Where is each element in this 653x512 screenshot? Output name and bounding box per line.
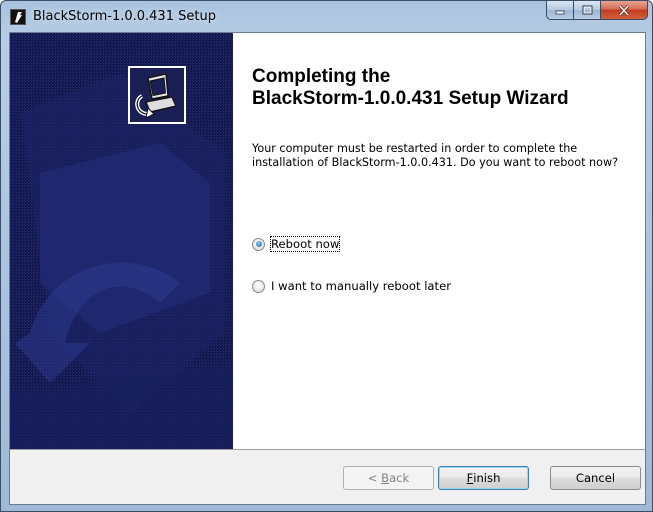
wizard-content: Completing the BlackStorm-1.0.0.431 Setu…: [233, 33, 645, 449]
reboot-now-option[interactable]: Reboot now: [252, 236, 341, 252]
page-title-line1: Completing the: [252, 66, 391, 87]
finish-button-mnemonic: F: [466, 471, 474, 485]
reboot-now-radio[interactable]: [252, 237, 265, 251]
wizard-banner: [10, 33, 233, 449]
reboot-now-label[interactable]: Reboot now: [269, 236, 341, 252]
setup-window: BlackStorm-1.0.0.431 Setup Completing th…: [0, 0, 653, 512]
finish-button-rest: inish: [473, 471, 501, 485]
cancel-button[interactable]: Cancel: [550, 466, 641, 490]
minimize-icon: [547, 1, 573, 19]
reboot-description: Your computer must be restarted in order…: [252, 142, 619, 169]
back-button[interactable]: < Back: [343, 466, 434, 490]
blackstorm-app-icon: [10, 9, 26, 25]
window-title: BlackStorm-1.0.0.431 Setup: [33, 9, 216, 24]
caption-buttons: [546, 1, 648, 21]
maximize-icon: [574, 1, 600, 19]
title-bar[interactable]: BlackStorm-1.0.0.431 Setup: [1, 1, 653, 32]
close-button[interactable]: [601, 1, 648, 20]
back-button-mnemonic: B: [381, 471, 390, 485]
finish-button[interactable]: Finish: [438, 466, 529, 490]
reboot-later-option[interactable]: I want to manually reboot later: [252, 279, 451, 293]
computer-install-icon: [128, 66, 186, 124]
close-icon: [601, 1, 647, 19]
maximize-button[interactable]: [574, 1, 601, 20]
back-button-prefix: <: [367, 471, 382, 485]
page-title-line2: BlackStorm-1.0.0.431 Setup Wizard: [252, 88, 569, 109]
reboot-later-radio[interactable]: [252, 279, 265, 293]
reboot-later-label[interactable]: I want to manually reboot later: [271, 279, 451, 293]
button-bar: < Back Finish Cancel: [10, 449, 645, 504]
minimize-button[interactable]: [546, 1, 574, 20]
page-title: Completing the BlackStorm-1.0.0.431 Setu…: [252, 66, 569, 110]
back-button-rest: ack: [389, 471, 410, 485]
wizard-client-area: Completing the BlackStorm-1.0.0.431 Setu…: [9, 32, 646, 505]
